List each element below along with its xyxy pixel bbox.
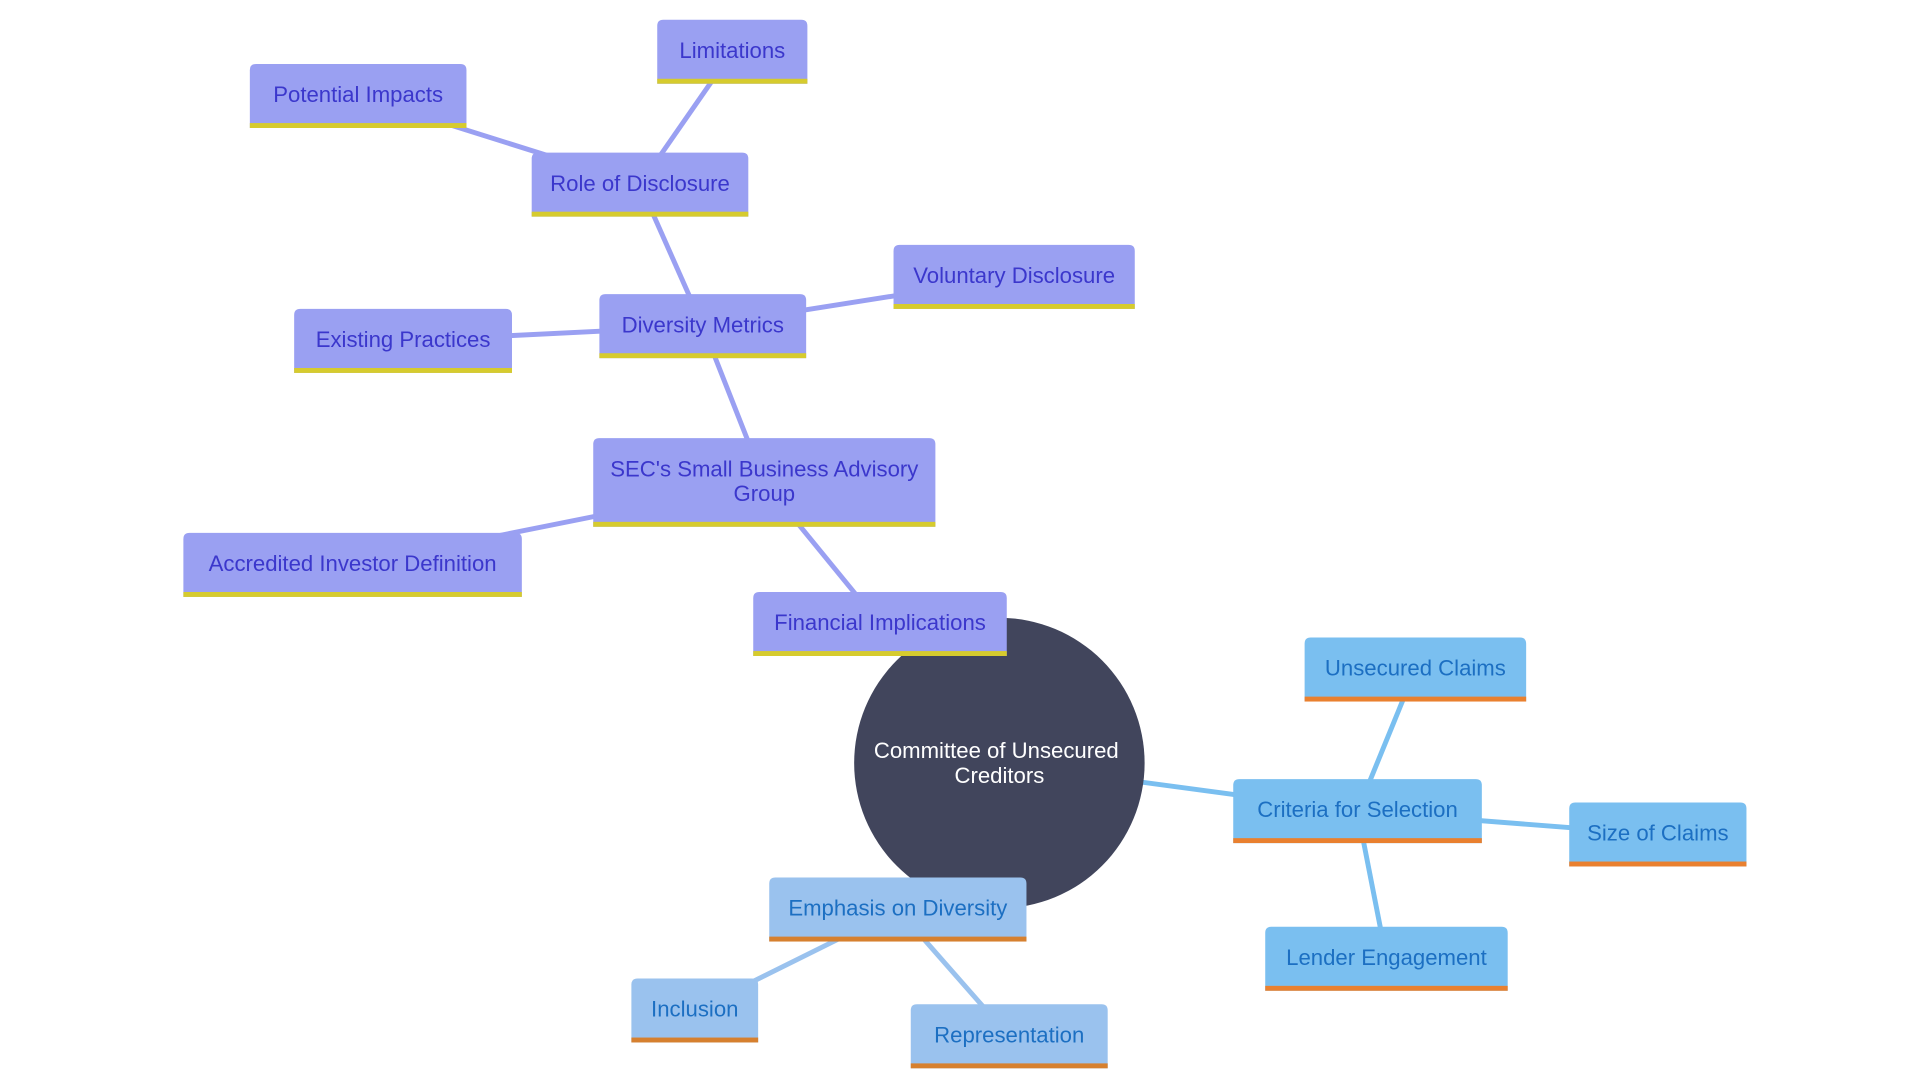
node-label: Unsecured Claims [1325, 656, 1506, 681]
node-underline [599, 353, 807, 359]
node-underline [753, 651, 1007, 656]
node-underline [657, 78, 808, 84]
node-existing-practices[interactable]: Existing Practices [294, 308, 512, 373]
node-label-line: Group [734, 481, 796, 506]
node-label: Accredited Investor Definition [209, 551, 497, 576]
node-label: Financial Implications [774, 610, 986, 635]
node-inclusion[interactable]: Inclusion [631, 978, 759, 1043]
node-role-of-disclosure[interactable]: Role of Disclosure [531, 152, 749, 217]
node-label: Existing Practices [316, 327, 491, 352]
node-label-line: Potential Impacts [273, 82, 443, 107]
node-label-line: Criteria for Selection [1257, 797, 1458, 822]
node-label: Limitations [679, 38, 785, 63]
node-underline [249, 123, 467, 128]
node-underline [893, 304, 1135, 309]
node-secs-small-business-advisory-group[interactable]: SEC's Small Business Advisory Group [593, 438, 936, 527]
node-underline [593, 521, 936, 527]
node-label-line: Diversity Metrics [622, 312, 784, 337]
node-label: Voluntary Disclosure [913, 263, 1115, 288]
node-potential-impacts[interactable]: Potential Impacts [249, 64, 467, 128]
node-underline [910, 1063, 1108, 1069]
node-label-line: Unsecured Claims [1325, 656, 1506, 681]
root-node[interactable]: Committee of Unsecured Creditors [854, 617, 1145, 909]
node-label-line: Representation [934, 1022, 1084, 1047]
node-underline [294, 368, 512, 373]
node-underline [769, 936, 1027, 942]
nodes-layer: Financial Implications SEC's Small Busine… [183, 19, 1747, 1069]
node-label-line: SEC's Small Business Advisory [610, 456, 919, 481]
node-criteria-for-selection[interactable]: Criteria for Selection [1233, 779, 1482, 844]
node-label-line: Voluntary Disclosure [913, 263, 1115, 288]
node-underline [1233, 838, 1482, 844]
node-underline [631, 1037, 759, 1043]
node-label: Criteria for Selection [1257, 797, 1458, 822]
node-emphasis-on-diversity[interactable]: Emphasis on Diversity [769, 877, 1027, 942]
root-label-line-1: Committee of Unsecured [874, 738, 1119, 763]
node-accredited-investor-definition[interactable]: Accredited Investor Definition [183, 532, 522, 597]
node-label-line: Emphasis on Diversity [788, 896, 1008, 921]
node-label-line: Size of Claims [1587, 821, 1729, 846]
node-label-line: Accredited Investor Definition [209, 551, 497, 576]
node-underline [183, 592, 522, 597]
node-label: Potential Impacts [273, 82, 443, 107]
node-label: Role of Disclosure [550, 171, 730, 196]
node-label: Inclusion [651, 997, 738, 1022]
mindmap-canvas: Committee of Unsecured Creditors Financi… [183, 19, 1747, 1069]
node-label-line: Lender Engagement [1286, 945, 1487, 970]
node-financial-implications[interactable]: Financial Implications [753, 592, 1007, 656]
node-underline [1569, 861, 1747, 867]
node-size-of-claims[interactable]: Size of Claims [1569, 802, 1747, 867]
node-label: Diversity Metrics [622, 312, 784, 337]
node-voluntary-disclosure[interactable]: Voluntary Disclosure [893, 244, 1135, 309]
node-underline [531, 211, 749, 217]
node-lender-engagement[interactable]: Lender Engagement [1265, 926, 1508, 991]
node-label-line: Role of Disclosure [550, 171, 730, 196]
node-label-line: Inclusion [651, 997, 738, 1022]
root-label-line-2: Creditors [954, 763, 1044, 788]
node-label: Emphasis on Diversity [788, 896, 1008, 921]
node-diversity-metrics[interactable]: Diversity Metrics [599, 294, 807, 359]
node-underline [1265, 985, 1508, 991]
node-unsecured-claims[interactable]: Unsecured Claims [1304, 637, 1527, 702]
node-limitations[interactable]: Limitations [657, 19, 808, 84]
node-representation[interactable]: Representation [910, 1004, 1108, 1069]
node-label: Size of Claims [1587, 821, 1729, 846]
node-underline [1304, 696, 1527, 702]
node-label: Representation [934, 1022, 1084, 1047]
node-label-line: Existing Practices [316, 327, 491, 352]
node-label: Lender Engagement [1286, 945, 1487, 970]
node-label-line: Limitations [679, 38, 785, 63]
node-label-line: Financial Implications [774, 610, 986, 635]
